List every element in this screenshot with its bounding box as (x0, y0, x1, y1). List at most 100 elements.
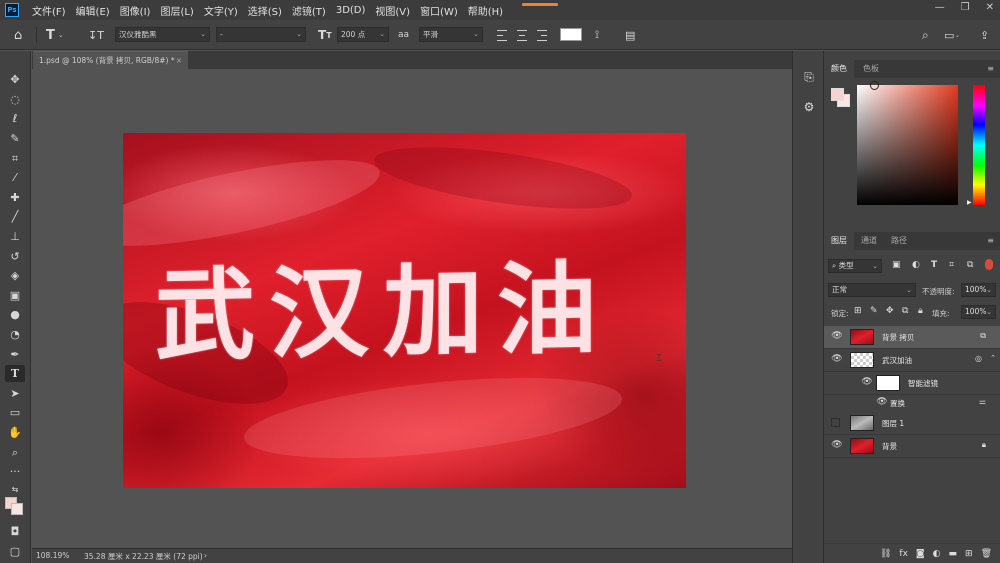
visibility-off-box[interactable] (831, 418, 840, 427)
history-brush-tool-icon[interactable]: ↺ (5, 248, 25, 265)
tab-swatches[interactable]: 色板 (856, 60, 886, 78)
hand-tool-icon[interactable]: ✋ (5, 424, 25, 441)
background-color-swatch[interactable] (11, 503, 23, 515)
healing-brush-tool-icon[interactable]: ✚ (5, 189, 25, 206)
delete-layer-icon[interactable]: 🗑︎ (981, 549, 992, 559)
type-tool-preset-icon[interactable]: T ⌄ (46, 26, 64, 44)
minimize-button[interactable]: — (935, 2, 945, 13)
restore-button[interactable]: ❐ (961, 2, 970, 13)
eraser-tool-icon[interactable]: ◈ (5, 267, 25, 284)
blend-mode-select[interactable]: 正常 ⌄ (828, 283, 916, 297)
layer-row-layer-1[interactable]: 图层 1 (824, 412, 1000, 435)
lock-pixels-icon[interactable]: ✎ (870, 306, 878, 316)
swap-colors-icon[interactable]: ⇆ (5, 481, 25, 498)
search-icon[interactable]: ⌕ (922, 26, 929, 44)
text-color-swatch[interactable] (560, 28, 582, 41)
lasso-tool-icon[interactable]: ℓ (5, 110, 25, 127)
menu-filter[interactable]: 滤镜(T) (287, 3, 331, 18)
color-picker-cursor[interactable] (870, 81, 879, 90)
eyedropper-tool-icon[interactable]: ⁄ (5, 169, 25, 186)
anti-alias-select[interactable]: 平滑 ⌄ (419, 27, 483, 42)
dodge-tool-icon[interactable]: ◔ (5, 326, 25, 343)
properties-panel-icon[interactable]: ⚙ (801, 99, 817, 115)
toggle-text-orientation-icon[interactable]: ↧T (88, 26, 104, 44)
panel-menu-icon[interactable]: ≡ (987, 64, 994, 73)
filter-options-icon[interactable]: ⚌ (979, 397, 986, 406)
canvas-text-layer[interactable]: 武汉加油 (155, 227, 611, 380)
menu-select[interactable]: 选择(S) (243, 3, 287, 18)
menu-edit[interactable]: 编辑(E) (71, 3, 115, 18)
layer-row-background[interactable]: 👁︎ 背景 🔒︎ (824, 435, 1000, 458)
lock-position-icon[interactable]: ✥ (886, 306, 894, 316)
fill-input[interactable]: 100% ⌄ (961, 305, 996, 319)
tab-color[interactable]: 颜色 (824, 60, 854, 78)
menu-view[interactable]: 视图(V) (370, 3, 415, 18)
visibility-eye-icon[interactable]: 👁︎ (861, 377, 873, 387)
add-mask-icon[interactable]: ◙ (916, 549, 925, 559)
adjustment-layer-icon[interactable]: ◐ (933, 549, 941, 559)
menu-file[interactable]: 文件(F) (27, 3, 71, 18)
history-panel-icon[interactable]: ⎘ (801, 69, 817, 85)
quick-mask-icon[interactable]: ◘ (5, 523, 25, 540)
layer-style-icon[interactable]: fx (899, 549, 908, 559)
menu-3d[interactable]: 3D(D) (331, 5, 371, 16)
layer-row-smart-filters[interactable]: 👁︎ 智能滤镜 (824, 372, 1000, 395)
gradient-tool-icon[interactable]: ▣ (5, 287, 25, 304)
more-tools-icon[interactable]: ··· (5, 463, 25, 480)
clone-stamp-tool-icon[interactable]: ⊥ (5, 228, 25, 245)
menu-window[interactable]: 窗口(W) (415, 3, 463, 18)
tab-layers[interactable]: 图层 (824, 232, 854, 250)
rectangle-tool-icon[interactable]: ▭ (5, 404, 25, 421)
share-icon[interactable]: ⇪ (980, 26, 989, 44)
type-tool-icon[interactable]: T (5, 365, 25, 382)
zoom-tool-icon[interactable]: ⌕ (5, 444, 25, 461)
filter-type-icon[interactable]: T (931, 260, 937, 270)
new-layer-icon[interactable]: ⊞ (965, 549, 973, 559)
menu-help[interactable]: 帮助(H) (463, 3, 508, 18)
align-right-icon[interactable] (535, 26, 547, 44)
lock-all-icon[interactable]: 🔒︎ (918, 306, 923, 316)
panel-menu-icon[interactable]: ≡ (987, 236, 994, 245)
visibility-eye-icon[interactable]: 👁︎ (876, 397, 888, 407)
filter-smart-object-icon[interactable]: ⧉ (967, 260, 973, 270)
align-left-icon[interactable] (497, 26, 509, 44)
layer-filter-select[interactable]: ⌕ 类型 ⌄ (828, 259, 882, 273)
screen-mode-icon[interactable]: ▢ (5, 543, 25, 560)
foreground-color-swatch[interactable] (831, 88, 844, 101)
close-tab-icon[interactable]: × (176, 52, 182, 69)
filter-adjustment-icon[interactable]: ◐ (912, 260, 920, 270)
brush-tool-icon[interactable]: ╱ (5, 208, 25, 225)
align-center-icon[interactable] (516, 26, 528, 44)
link-layers-icon[interactable]: ⛓︎ (880, 549, 891, 559)
home-icon[interactable]: ⌂ (14, 26, 22, 44)
menu-image[interactable]: 图像(I) (115, 3, 156, 18)
zoom-level[interactable]: 108.19% (36, 551, 69, 560)
opacity-input[interactable]: 100% ⌄ (961, 283, 996, 297)
tab-paths[interactable]: 路径 (884, 232, 914, 250)
new-group-icon[interactable]: ▬ (949, 549, 958, 559)
font-style-select[interactable]: - ⌄ (216, 27, 306, 42)
filter-shape-icon[interactable]: ⌗ (949, 260, 954, 270)
marquee-tool-icon[interactable]: ◌ (5, 91, 25, 108)
menu-type[interactable]: 文字(Y) (199, 3, 243, 18)
lock-artboard-icon[interactable]: ⧉ (902, 306, 908, 316)
warp-text-icon[interactable]: ⟟ (595, 26, 599, 44)
document-canvas[interactable]: 武汉加油 (123, 133, 686, 488)
hue-slider[interactable] (973, 85, 985, 205)
workspace-icon[interactable]: ▭ ⌄ (944, 26, 960, 44)
font-size-select[interactable]: 200 点 ⌄ (337, 27, 389, 42)
menu-layer[interactable]: 图层(L) (155, 3, 198, 18)
blur-tool-icon[interactable]: ● (5, 306, 25, 323)
crop-tool-icon[interactable]: ⌗ (5, 150, 25, 167)
quick-select-tool-icon[interactable]: ✎ (5, 130, 25, 147)
filter-toggle[interactable] (985, 259, 993, 270)
visibility-eye-icon[interactable]: 👁︎ (831, 331, 843, 341)
move-tool-icon[interactable]: ✥ (5, 71, 25, 88)
character-panel-icon[interactable]: ▤ (625, 26, 635, 44)
document-tab[interactable]: 1.psd @ 108% (背景 拷贝, RGB/8#) * × (33, 51, 188, 69)
hue-slider-pointer-icon[interactable]: ▶ (967, 199, 972, 206)
close-button[interactable]: ✕ (986, 2, 994, 13)
visibility-eye-icon[interactable]: 👁︎ (831, 440, 843, 450)
status-arrow-icon[interactable]: › (204, 551, 207, 560)
visibility-eye-icon[interactable]: 👁︎ (831, 354, 843, 364)
